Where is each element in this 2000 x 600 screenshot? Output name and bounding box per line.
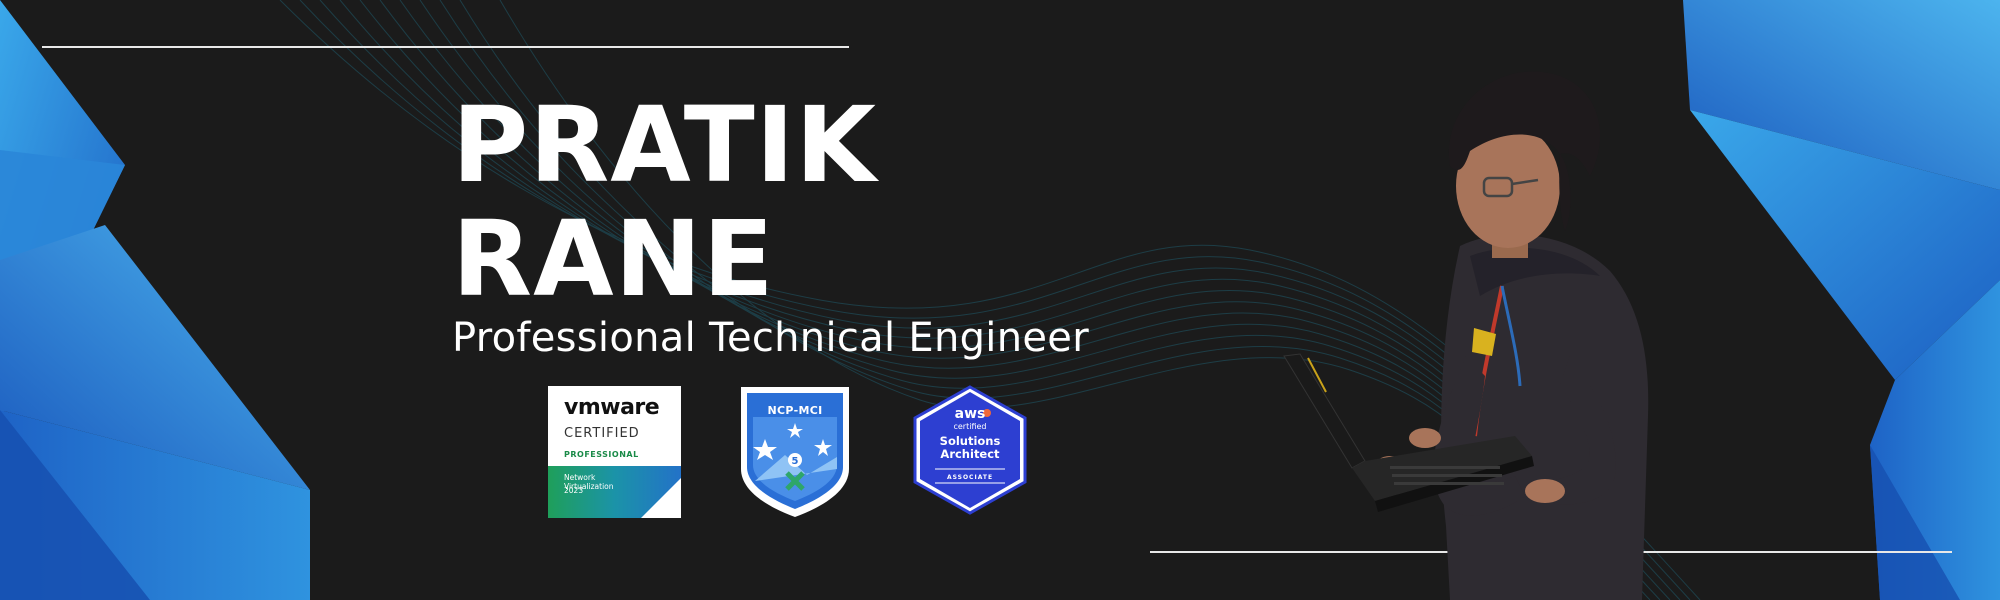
vmware-corner-fold [641, 478, 681, 518]
aws-certification-badge: aws certified Solutions Architect ASSOCI… [913, 385, 1027, 515]
vmware-certification-badge: vmware CERTIFIED PROFESSIONAL Network Vi… [548, 386, 681, 518]
ncp-mci-certification-badge: 5 NCP-MCI [737, 383, 853, 519]
profile-banner: PRATIK RANE Professional Technical Engin… [0, 0, 2000, 600]
vmware-logo: vmware [564, 395, 660, 420]
aws-certified-label: certified [953, 422, 987, 431]
vmware-certified-label: CERTIFIED [564, 426, 640, 441]
job-title: Professional Technical Engineer [452, 315, 1089, 361]
last-name: RANE [452, 198, 775, 320]
aws-role-line-2: Architect [940, 446, 1000, 461]
vmware-year: 2023 [564, 486, 584, 495]
aws-level: ASSOCIATE [946, 474, 994, 481]
first-name: PRATIK [452, 84, 877, 206]
svg-text:5: 5 [792, 456, 799, 467]
vmware-level-strip: PROFESSIONAL [548, 444, 681, 466]
ncp-mci-title: NCP-MCI [767, 404, 823, 417]
vmware-level: PROFESSIONAL [564, 450, 639, 459]
aws-role-line-1: Solutions [939, 434, 1001, 448]
aws-logo: aws [954, 406, 986, 422]
person-photo [1283, 71, 1649, 600]
aws-role: Solutions Architect [913, 435, 1027, 461]
